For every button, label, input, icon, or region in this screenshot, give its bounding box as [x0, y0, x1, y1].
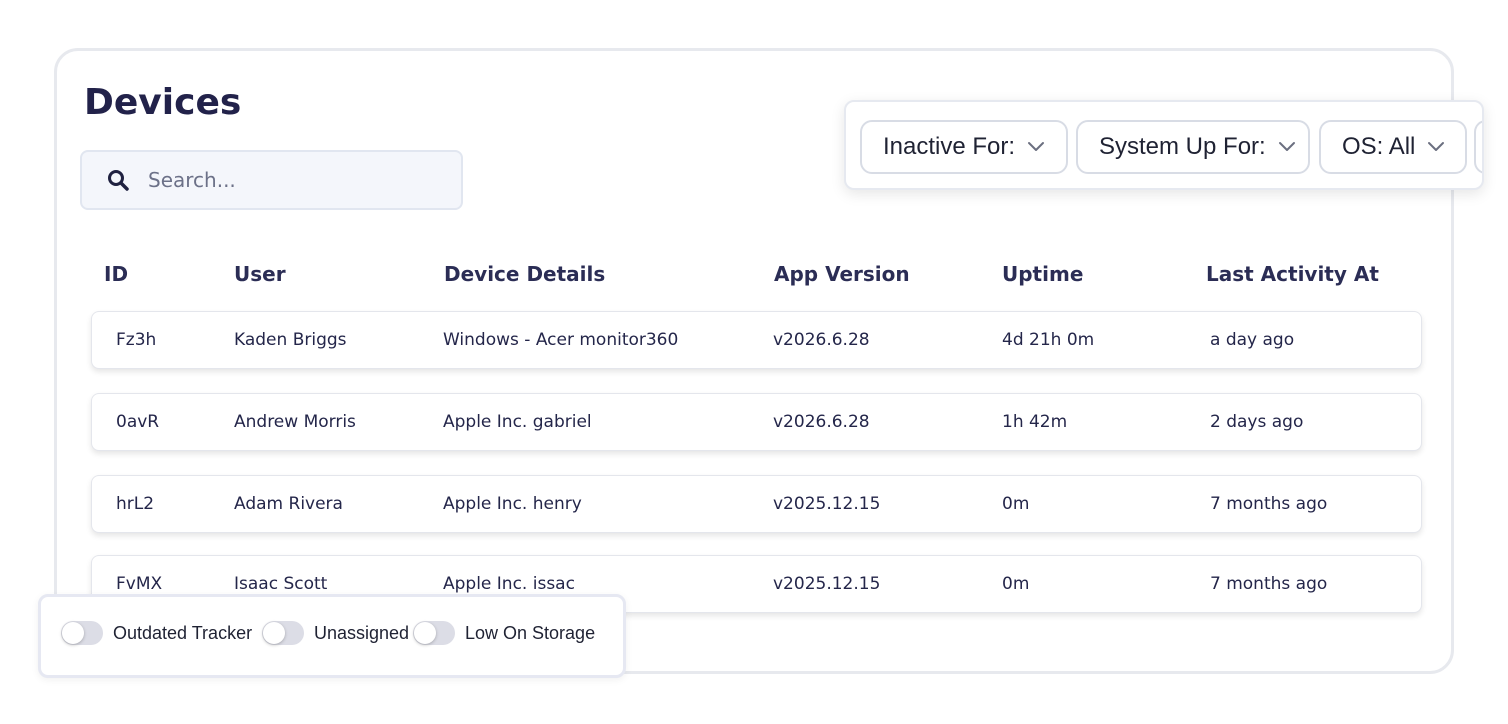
cell-user: Kaden Briggs	[234, 330, 347, 350]
cell-id: 0avR	[116, 412, 160, 432]
low-on-storage-toggle[interactable]: Low On Storage	[413, 621, 595, 645]
search-icon	[104, 166, 132, 194]
toggle-switch[interactable]	[61, 621, 103, 645]
page-title: Devices	[84, 82, 242, 123]
more-filter-dropdown[interactable]	[1474, 120, 1482, 174]
outdated-tracker-toggle[interactable]: Outdated Tracker	[61, 621, 252, 645]
cell-user: Adam Rivera	[234, 494, 343, 514]
toggle-filter-panel: Outdated Tracker Unassigned Low On Stora…	[38, 594, 626, 678]
col-header-device-details[interactable]: Device Details	[444, 262, 605, 286]
toggle-knob	[414, 622, 436, 644]
inactive-for-label: Inactive For:	[883, 133, 1016, 160]
unassigned-toggle[interactable]: Unassigned	[262, 621, 409, 645]
cell-last-activity: 2 days ago	[1210, 412, 1304, 432]
cell-device-details: Apple Inc. gabriel	[443, 412, 592, 432]
cell-app-version: v2025.12.15	[773, 494, 881, 514]
os-label: OS: All	[1342, 133, 1416, 160]
cell-app-version: v2025.12.15	[773, 574, 881, 594]
cell-app-version: v2026.6.28	[773, 412, 870, 432]
toggle-label: Outdated Tracker	[113, 622, 253, 643]
table-row[interactable]: Fz3h Kaden Briggs Windows - Acer monitor…	[91, 311, 1422, 369]
cell-id: FvMX	[116, 574, 163, 594]
system-up-for-dropdown[interactable]: System Up For:	[1076, 120, 1310, 174]
cell-device-details: Apple Inc. henry	[443, 494, 582, 514]
col-header-app-version[interactable]: App Version	[774, 262, 910, 286]
cell-uptime: 1h 42m	[1002, 412, 1068, 432]
toggle-knob	[62, 622, 84, 644]
chevron-down-icon	[1427, 141, 1445, 153]
cell-id: hrL2	[116, 494, 155, 514]
col-header-last-activity[interactable]: Last Activity At	[1206, 262, 1379, 286]
cell-last-activity: a day ago	[1210, 330, 1295, 350]
toggle-knob	[263, 622, 285, 644]
toggle-label: Unassigned	[314, 622, 410, 643]
cell-uptime: 0m	[1002, 494, 1030, 514]
col-header-uptime[interactable]: Uptime	[1002, 262, 1083, 286]
cell-id: Fz3h	[116, 330, 157, 350]
cell-device-details: Windows - Acer monitor360	[443, 330, 679, 350]
cell-user: Andrew Morris	[234, 412, 356, 432]
cell-app-version: v2026.6.28	[773, 330, 870, 350]
cell-uptime: 0m	[1002, 574, 1030, 594]
system-up-for-label: System Up For:	[1099, 133, 1266, 160]
chevron-down-icon	[1278, 141, 1296, 153]
cell-last-activity: 7 months ago	[1210, 494, 1328, 514]
inactive-for-dropdown[interactable]: Inactive For:	[860, 120, 1068, 174]
cell-user: Isaac Scott	[234, 574, 328, 594]
search-input[interactable]	[146, 167, 450, 193]
toggle-switch[interactable]	[262, 621, 304, 645]
col-header-id[interactable]: ID	[104, 262, 128, 286]
cell-last-activity: 7 months ago	[1210, 574, 1328, 594]
col-header-user[interactable]: User	[234, 262, 286, 286]
cell-device-details: Apple Inc. issac	[443, 574, 575, 594]
toggle-label: Low On Storage	[465, 622, 596, 643]
cell-uptime: 4d 21h 0m	[1002, 330, 1095, 350]
chevron-down-icon	[1027, 141, 1045, 153]
os-dropdown[interactable]: OS: All	[1319, 120, 1467, 174]
table-row[interactable]: hrL2 Adam Rivera Apple Inc. henry v2025.…	[91, 475, 1422, 533]
search-box[interactable]	[80, 150, 463, 210]
toggle-switch[interactable]	[413, 621, 455, 645]
filter-bar: Inactive For: System Up For: OS: All	[844, 100, 1484, 190]
table-row[interactable]: 0avR Andrew Morris Apple Inc. gabriel v2…	[91, 393, 1422, 451]
